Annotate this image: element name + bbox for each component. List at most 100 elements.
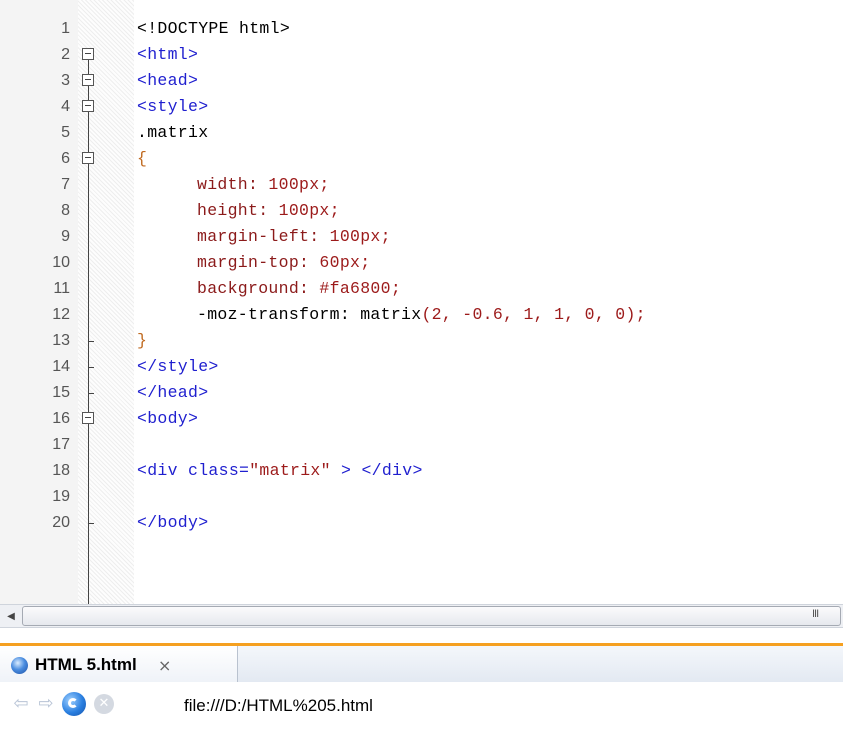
code-text: background: #fa6800; (197, 279, 401, 298)
code-text: </head> (137, 383, 209, 402)
css-value: 100px; (329, 227, 391, 246)
code-line: 19 (0, 484, 843, 510)
fold-end-marker (88, 393, 94, 394)
line-number: 6 (61, 150, 70, 167)
code-line: 16 <body> (0, 406, 843, 432)
code-text: margin-left: 100px; (197, 227, 391, 246)
code-text: <head> (137, 71, 199, 90)
address-bar: ⇦ ⇨ ✕ file:///D:/HTML%205.html (0, 682, 843, 738)
css-value: (2, -0.6, 1, 1, 0, 0); (421, 305, 646, 324)
line-number: 5 (61, 124, 70, 141)
line-number: 18 (52, 462, 70, 479)
code-line: 9 margin-left: 100px; (0, 224, 843, 250)
tab-close-icon[interactable]: × (158, 656, 171, 675)
line-number: 17 (52, 436, 70, 453)
code-text: <style> (137, 97, 209, 116)
code-line: 5 .matrix (0, 120, 843, 146)
reload-icon[interactable] (62, 692, 86, 716)
code-text: </style> (137, 357, 219, 376)
code-text: </body> (137, 513, 209, 532)
css-property: height: (197, 201, 269, 220)
code-line: 10 margin-top: 60px; (0, 250, 843, 276)
html-tag: <div class= (137, 461, 250, 480)
code-line: 3 <head> (0, 68, 843, 94)
code-line: 7 width: 100px; (0, 172, 843, 198)
line-number: 15 (52, 384, 70, 401)
css-value: 100px; (278, 201, 340, 220)
url-field[interactable]: file:///D:/HTML%205.html (184, 696, 373, 716)
fold-end-marker (88, 523, 94, 524)
fold-end-marker (88, 367, 94, 368)
code-line: 13 } (0, 328, 843, 354)
browser-tab[interactable]: HTML 5.html × (0, 646, 238, 684)
code-text: <html> (137, 45, 199, 64)
horizontal-scrollbar[interactable]: ◀ III (0, 604, 843, 628)
attribute-value: "matrix" (249, 461, 331, 480)
css-property: margin-left: (197, 227, 320, 246)
fold-collapse-icon[interactable] (82, 48, 94, 60)
line-number: 8 (61, 202, 70, 219)
code-text: <!DOCTYPE html> (137, 19, 291, 38)
line-number: 11 (53, 280, 70, 297)
css-property: margin-top: (197, 253, 310, 272)
code-line: 11 background: #fa6800; (0, 276, 843, 302)
fold-collapse-icon[interactable] (82, 412, 94, 424)
css-value: 60px; (319, 253, 371, 272)
line-number: 20 (52, 514, 70, 531)
code-text: <body> (137, 409, 199, 428)
html-tag: > </div> (330, 461, 423, 480)
code-text: } (137, 331, 148, 350)
line-number: 13 (52, 332, 70, 349)
code-line: 2 <html> (0, 42, 843, 68)
code-line: 12 -moz-transform: matrix(2, -0.6, 1, 1,… (0, 302, 843, 328)
line-number: 14 (52, 358, 70, 375)
code-text: .matrix (137, 123, 209, 142)
line-number: 2 (61, 46, 70, 63)
code-text: { (137, 149, 148, 168)
code-line: 14 </style> (0, 354, 843, 380)
code-editor[interactable]: 1 <!DOCTYPE html> 2 <html> 3 <head> 4 <s… (0, 0, 843, 604)
css-function: matrix (360, 305, 422, 324)
css-property: -moz-transform: (197, 305, 351, 324)
stop-icon[interactable]: ✕ (94, 694, 114, 714)
tab-title: HTML 5.html (35, 655, 137, 674)
fold-collapse-icon[interactable] (82, 152, 94, 164)
code-line: 18 <div class="matrix" > </div> (0, 458, 843, 484)
back-arrow-icon[interactable]: ⇦ (10, 693, 32, 715)
code-line: 1 <!DOCTYPE html> (0, 16, 843, 42)
code-line: 8 height: 100px; (0, 198, 843, 224)
css-value: #fa6800; (319, 279, 402, 298)
line-number: 19 (52, 488, 70, 505)
code-text: margin-top: 60px; (197, 253, 370, 272)
scroll-left-arrow-icon[interactable]: ◀ (0, 605, 22, 627)
fold-collapse-icon[interactable] (82, 100, 94, 112)
code-text: -moz-transform: matrix(2, -0.6, 1, 1, 0,… (197, 305, 646, 324)
scrollbar-grip-icon: III (812, 608, 819, 620)
css-property: background: (197, 279, 310, 298)
browser-tab-strip: HTML 5.html × (0, 628, 843, 684)
line-number: 3 (61, 72, 70, 89)
code-text: height: 100px; (197, 201, 340, 220)
globe-icon (11, 657, 28, 674)
line-number: 1 (61, 20, 70, 37)
code-line: 4 <style> (0, 94, 843, 120)
line-number: 4 (61, 98, 70, 115)
code-line: 20 </body> (0, 510, 843, 536)
code-line: 17 (0, 432, 843, 458)
tab-strip-empty (238, 646, 843, 683)
code-line: 6 { (0, 146, 843, 172)
scrollbar-thumb[interactable] (22, 606, 841, 626)
css-value: 100px; (268, 175, 330, 194)
line-number: 9 (61, 228, 70, 245)
code-text: <div class="matrix" > </div> (137, 461, 423, 480)
code-line: 15 </head> (0, 380, 843, 406)
line-number: 7 (61, 176, 70, 193)
fold-end-marker (88, 341, 94, 342)
line-number: 16 (52, 410, 70, 427)
line-number: 10 (52, 254, 70, 271)
forward-arrow-icon[interactable]: ⇨ (35, 693, 57, 715)
css-property: width: (197, 175, 259, 194)
line-number: 12 (52, 306, 70, 323)
code-text: width: 100px; (197, 175, 330, 194)
fold-collapse-icon[interactable] (82, 74, 94, 86)
